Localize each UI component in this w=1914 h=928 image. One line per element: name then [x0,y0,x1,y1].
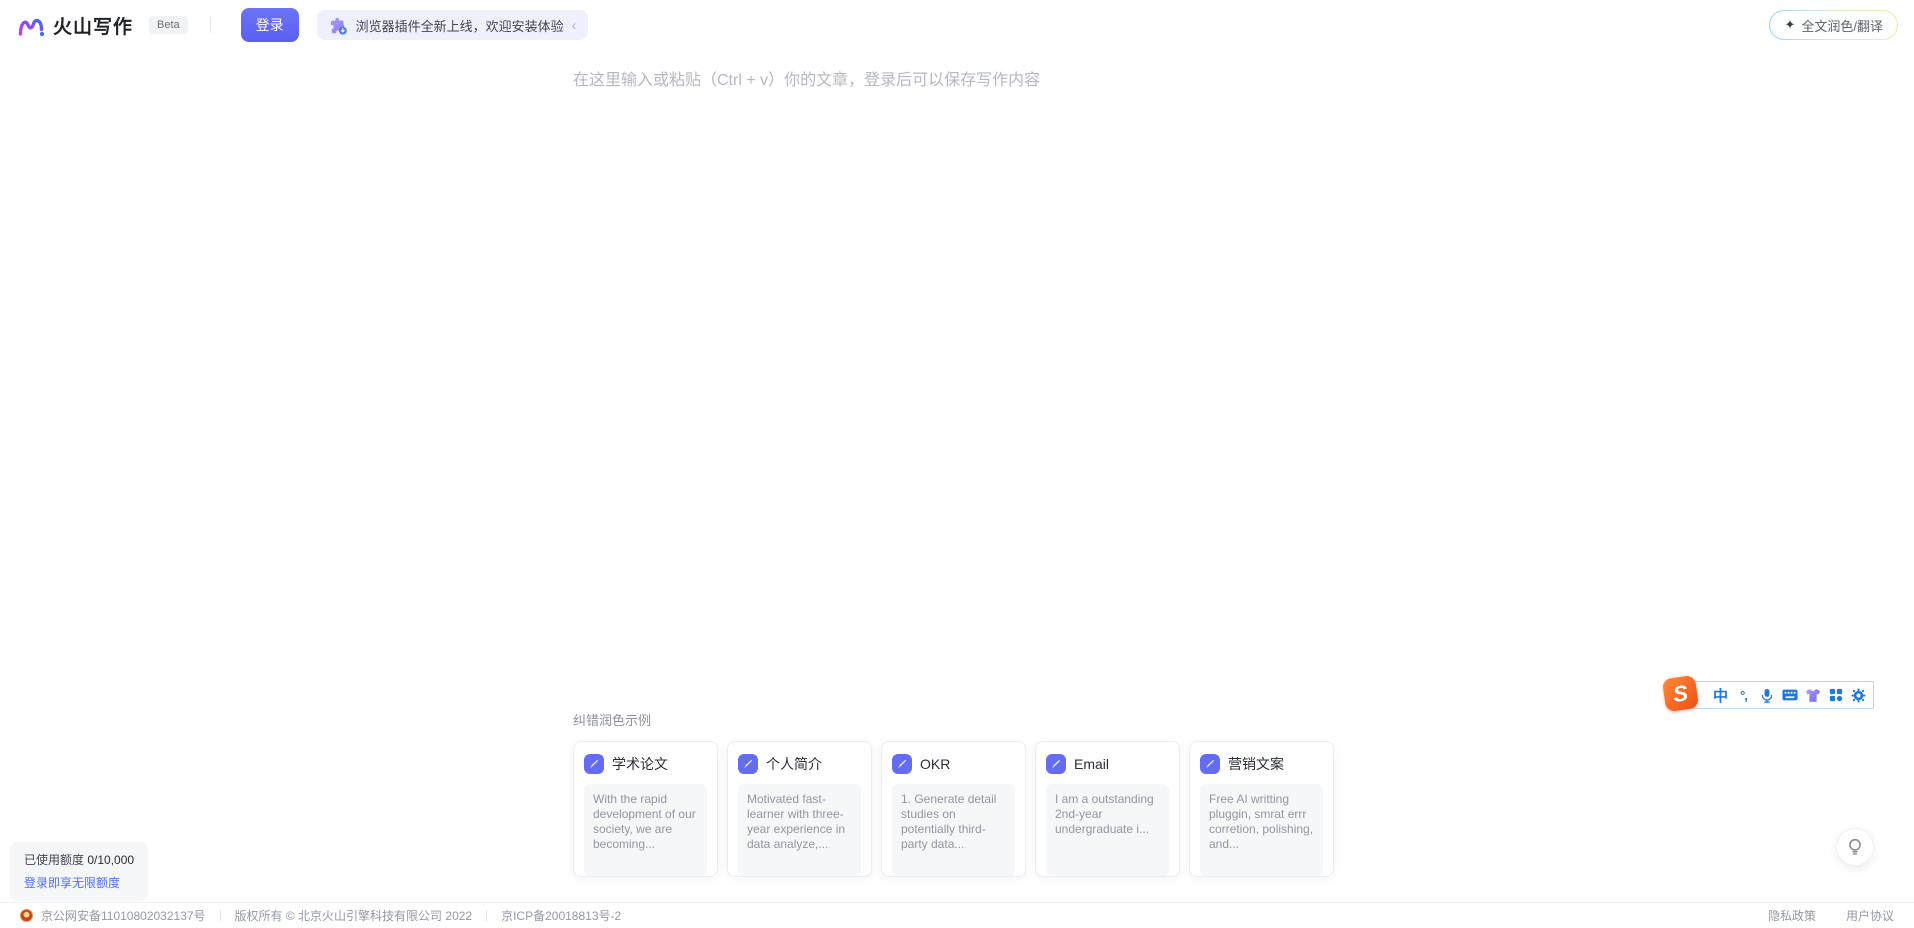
example-card-personal-profile[interactable]: 个人简介 Motivated fast-learner with three-y… [727,741,872,877]
keyboard-icon[interactable] [1778,689,1801,701]
card-title: 个人简介 [766,754,822,774]
volcano-logo-icon [16,10,46,40]
pen-edit-icon [1046,754,1066,774]
example-card-email[interactable]: Email I am a outstanding 2nd-year underg… [1035,741,1180,877]
pen-edit-icon [892,754,912,774]
card-header: 营销文案 [1200,754,1323,774]
copyright-text: 版权所有 © 北京火山引擎科技有限公司 2022 [235,907,473,924]
sogou-logo-icon[interactable]: S [1662,675,1699,712]
chinese-english-toggle-icon[interactable]: 中 [1709,685,1732,706]
banner-collapse-chevron-icon[interactable]: ‹ [572,17,577,33]
examples-section-label: 纠错润色示例 [573,710,1337,729]
lightbulb-icon [1846,837,1864,857]
skin-shirt-icon[interactable] [1801,688,1824,703]
full-text-polish-translate-button[interactable]: ✦ 全文润色/翻译 [1769,10,1898,40]
app-title: 火山写作 [53,12,133,39]
volcano-writing-app: 火山写作 Beta 登录 浏览器插件全新上线，欢迎安装体验 ‹ ✦ 全文润色/翻… [0,0,1914,928]
editor-placeholder: 在这里输入或粘贴（Ctrl + v）你的文章，登录后可以保存写作内容 [573,70,1335,92]
police-record-number: 京公网安备11010802032137号 [41,907,206,924]
editor-area[interactable]: 在这里输入或粘贴（Ctrl + v）你的文章，登录后可以保存写作内容 [573,70,1335,92]
puzzle-plugin-icon [329,16,348,35]
footer-legal: 京公网安备11010802032137号 版权所有 © 北京火山引擎科技有限公司… [20,907,621,924]
example-card-marketing-copy[interactable]: 营销文案 Free AI writting pluggin, smrat err… [1189,741,1334,877]
footer-separator [220,910,221,921]
card-header: 个人简介 [738,754,861,774]
browser-plugin-banner[interactable]: 浏览器插件全新上线，欢迎安装体验 ‹ [317,10,589,40]
pen-edit-icon [1200,754,1220,774]
card-preview-text: 1. Generate detail studies on potentiall… [892,784,1015,876]
example-cards: 学术论文 With the rapid development of our s… [573,741,1337,877]
polish-button-label: 全文润色/翻译 [1801,16,1883,35]
card-title: OKR [920,756,950,772]
quota-label: 已使用额度 [24,853,84,867]
footer-links: 隐私政策 用户协议 [1768,907,1894,924]
punctuation-toggle-icon[interactable]: °, [1732,688,1755,703]
beta-badge: Beta [149,16,188,34]
card-title: 营销文案 [1228,754,1284,774]
sparkle-icon: ✦ [1784,17,1795,33]
public-security-emblem-icon [20,909,33,922]
pen-edit-icon [738,754,758,774]
login-unlimited-quota-link[interactable]: 登录即享无限额度 [24,874,134,891]
card-preview-text: Motivated fast-learner with three-year e… [738,784,861,876]
header-divider [210,17,211,33]
apps-grid-icon[interactable] [1824,688,1847,702]
quota-usage: 已使用额度 0/10,000 [24,851,134,868]
login-button[interactable]: 登录 [241,8,299,42]
quota-value: 0/10,000 [87,853,134,867]
pen-edit-icon [584,754,604,774]
settings-gear-icon[interactable] [1847,688,1870,703]
examples-section: 纠错润色示例 学术论文 With the rapid development o… [573,710,1337,877]
help-lightbulb-button[interactable] [1836,828,1874,866]
footer-separator [486,910,487,921]
icp-record-number: 京ICP备20018813号-2 [501,907,621,924]
card-title: 学术论文 [612,754,668,774]
example-card-okr[interactable]: OKR 1. Generate detail studies on potent… [881,741,1026,877]
card-header: OKR [892,754,1015,774]
header: 火山写作 Beta 登录 浏览器插件全新上线，欢迎安装体验 ‹ ✦ 全文润色/翻… [0,0,1914,50]
card-header: Email [1046,754,1169,774]
privacy-policy-link[interactable]: 隐私政策 [1768,907,1816,924]
card-preview-text: Free AI writting pluggin, smrat errr cor… [1200,784,1323,876]
example-card-academic-paper[interactable]: 学术论文 With the rapid development of our s… [573,741,718,877]
app-logo[interactable]: 火山写作 Beta [16,10,188,40]
microphone-icon[interactable] [1755,688,1778,703]
footer: 京公网安备11010802032137号 版权所有 © 北京火山引擎科技有限公司… [0,902,1914,928]
ime-toolbar-bar: 中 °, [1672,681,1874,709]
card-title: Email [1074,756,1109,772]
user-agreement-link[interactable]: 用户协议 [1846,907,1894,924]
card-preview-text: I am a outstanding 2nd-year undergraduat… [1046,784,1169,876]
card-header: 学术论文 [584,754,707,774]
card-preview-text: With the rapid development of our societ… [584,784,707,876]
quota-panel: 已使用额度 0/10,000 登录即享无限额度 [10,842,148,901]
plugin-banner-text: 浏览器插件全新上线，欢迎安装体验 [356,16,564,35]
